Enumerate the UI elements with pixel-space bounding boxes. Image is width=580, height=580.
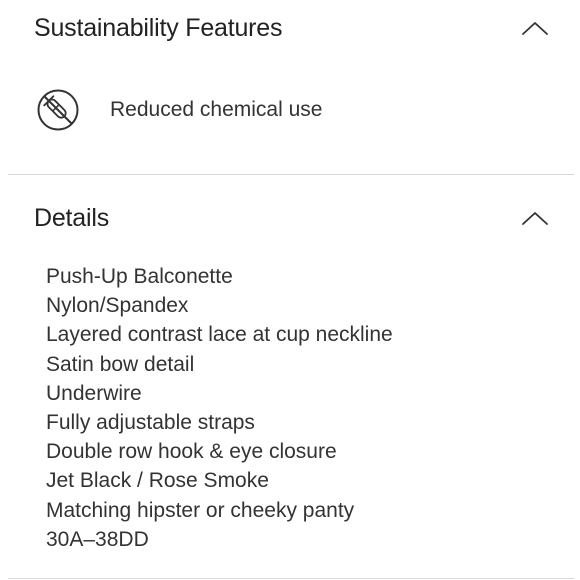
list-item: Underwire — [46, 381, 142, 405]
list-item: Push-Up Balconette — [46, 265, 233, 288]
sustainability-header[interactable]: Sustainability Features — [34, 8, 550, 48]
list-item: Layered contrast lace at cup neckline — [46, 323, 393, 347]
list-item: Jet Black / Rose Smoke — [46, 469, 269, 493]
details-list: Push-Up Balconette Nylon/Spandex Layered… — [46, 262, 393, 554]
chevron-up-icon[interactable] — [520, 208, 550, 228]
list-item: Matching hipster or cheeky panty — [46, 498, 355, 522]
feature-label: Reduced chemical use — [110, 98, 323, 121]
bottom-divider — [8, 578, 574, 579]
list-item: Nylon/Spandex — [46, 294, 189, 318]
section-divider — [8, 174, 574, 175]
list-item: Satin bow detail — [46, 352, 195, 376]
feature-item-reduced-chemical: Reduced chemical use — [36, 88, 322, 132]
no-chemical-icon — [36, 88, 80, 132]
details-header[interactable]: Details — [34, 198, 550, 238]
list-item: Double row hook & eye closure — [46, 440, 337, 464]
sustainability-title: Sustainability Features — [34, 13, 283, 42]
list-item: 30A–38DD — [46, 527, 149, 551]
list-item: Fully adjustable straps — [46, 411, 255, 435]
chevron-up-icon[interactable] — [520, 18, 550, 38]
details-title: Details — [34, 203, 110, 232]
